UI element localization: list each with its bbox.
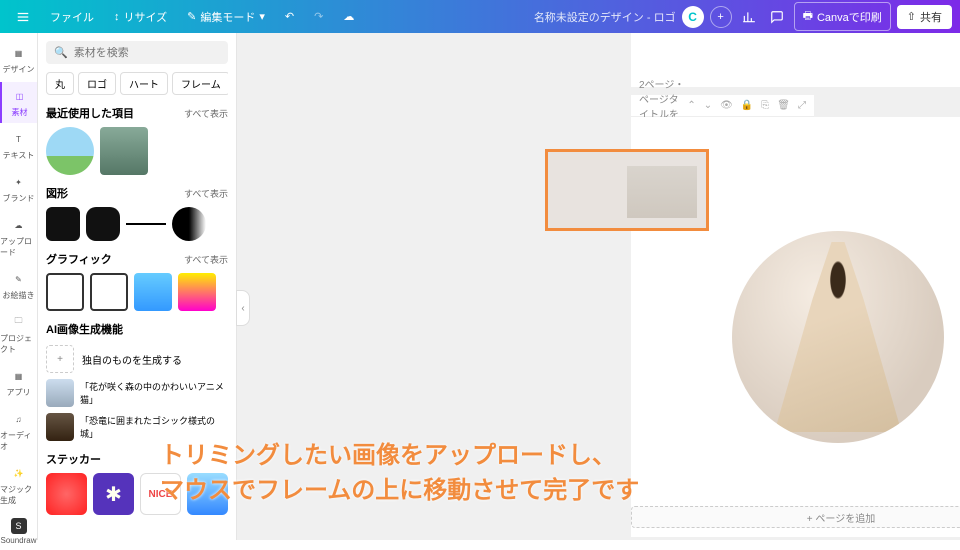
- doc-title[interactable]: 名称未設定のデザイン - ロゴ: [534, 9, 676, 25]
- pill[interactable]: 丸: [46, 72, 74, 95]
- section-title: 図形: [46, 185, 68, 201]
- see-all[interactable]: すべて表示: [184, 253, 228, 266]
- rail-apps[interactable]: ▦アプリ: [0, 362, 37, 403]
- share-button[interactable]: ⇧ 共有: [897, 5, 952, 29]
- visibility-icon[interactable]: 👁: [720, 100, 733, 111]
- ai-generate-button[interactable]: +: [46, 345, 74, 373]
- print-label: Canvaで印刷: [817, 9, 882, 25]
- rail-projects[interactable]: 🗀プロジェクト: [0, 308, 37, 360]
- circle-frame[interactable]: [732, 231, 944, 443]
- redo-button[interactable]: ↷: [306, 6, 331, 27]
- rail-label: 素材: [12, 107, 28, 118]
- edit-mode-label: 編集モード: [200, 9, 255, 25]
- undo-button[interactable]: ↶: [277, 6, 302, 27]
- comment-icon[interactable]: [766, 6, 788, 28]
- page-down-icon[interactable]: ⌄: [704, 100, 712, 111]
- pill[interactable]: フレーム: [172, 72, 228, 95]
- rail-label: お絵描き: [3, 290, 35, 301]
- ai-generate-label: 独自のものを生成する: [82, 352, 182, 367]
- section-title: 最近使用した項目: [46, 105, 134, 121]
- rail-label: ブランド: [3, 193, 35, 204]
- cloud-sync-icon[interactable]: ☁: [335, 6, 362, 27]
- rail-label: テキスト: [3, 150, 35, 161]
- avatar[interactable]: C: [682, 6, 704, 28]
- print-button[interactable]: 🖶 Canvaで印刷: [794, 2, 891, 31]
- nav-rail: ▦デザイン ◫素材 Tテキスト ✦ブランド ☁アップロード ✎お絵描き 🗀プロジ…: [0, 33, 38, 540]
- rail-magic[interactable]: ✨マジック生成: [0, 459, 37, 511]
- ai-prompt[interactable]: 「花が咲く森の中のかわいいアニメ猫」: [80, 380, 228, 406]
- delete-icon[interactable]: 🗑: [777, 100, 790, 111]
- recent-thumb[interactable]: [100, 127, 148, 175]
- image-content: [774, 242, 901, 433]
- shape-square[interactable]: [46, 207, 80, 241]
- graphic-thumb[interactable]: [90, 273, 128, 311]
- shape-rounded[interactable]: [86, 207, 120, 241]
- sticker[interactable]: ✱: [93, 473, 134, 515]
- rail-soundraw[interactable]: SSoundraw: [0, 513, 37, 550]
- lock-icon[interactable]: 🔒: [741, 100, 753, 111]
- ai-thumb[interactable]: [46, 379, 74, 407]
- shape-line[interactable]: [126, 223, 166, 225]
- dragged-image-content: [627, 166, 697, 218]
- resize-label: リサイズ: [124, 9, 168, 25]
- top-bar: ファイル ↕ リサイズ ✎ 編集モード ▾ ↶ ↷ ☁ 名称未設定のデザイン -…: [0, 0, 960, 33]
- analytics-icon[interactable]: [738, 6, 760, 28]
- search-input[interactable]: [74, 47, 220, 59]
- recent-thumb[interactable]: [46, 127, 94, 175]
- see-all[interactable]: すべて表示: [184, 187, 228, 200]
- ai-thumb[interactable]: [46, 413, 74, 441]
- graphic-thumb[interactable]: [178, 273, 216, 311]
- resize-menu[interactable]: ↕ リサイズ: [106, 5, 175, 29]
- rail-brand[interactable]: ✦ブランド: [0, 168, 37, 209]
- see-all[interactable]: すべて表示: [184, 107, 228, 120]
- rail-draw[interactable]: ✎お絵描き: [0, 265, 37, 306]
- graphic-thumb[interactable]: [46, 273, 84, 311]
- file-menu[interactable]: ファイル: [42, 5, 102, 29]
- section-title: ステッカー: [46, 451, 101, 467]
- rail-design[interactable]: ▦デザイン: [0, 39, 37, 80]
- rail-label: プロジェクト: [0, 333, 37, 355]
- rail-elements[interactable]: ◫素材: [0, 82, 37, 123]
- expand-icon[interactable]: ⤢: [798, 100, 806, 111]
- search-box[interactable]: 🔍: [46, 41, 228, 64]
- dragged-image[interactable]: [545, 149, 709, 231]
- instruction-text-1: トリミングしたい画像をアップロードし、: [160, 435, 616, 470]
- rail-label: Soundraw: [0, 536, 36, 545]
- rail-label: アプリ: [7, 387, 31, 398]
- rail-label: デザイン: [3, 64, 35, 75]
- add-page-button[interactable]: + ページを追加: [631, 506, 960, 528]
- graphic-thumb[interactable]: [134, 273, 172, 311]
- pill-row: 丸 ロゴ ハート フレーム 線 ›: [46, 72, 228, 95]
- search-icon: 🔍: [54, 46, 68, 59]
- pill[interactable]: ハート: [120, 72, 168, 95]
- rail-text[interactable]: Tテキスト: [0, 125, 37, 166]
- duplicate-icon[interactable]: ⎘: [761, 100, 769, 111]
- section-title: AI画像生成機能: [46, 321, 123, 337]
- rail-label: オーディオ: [0, 430, 37, 452]
- rail-upload[interactable]: ☁アップロード: [0, 211, 37, 263]
- shape-circle-grad[interactable]: [172, 207, 206, 241]
- add-member-button[interactable]: +: [710, 6, 732, 28]
- sticker[interactable]: [46, 473, 87, 515]
- pill[interactable]: ロゴ: [78, 72, 116, 95]
- share-label: 共有: [920, 9, 942, 25]
- rail-label: マジック生成: [0, 484, 37, 506]
- rail-label: アップロード: [0, 236, 37, 258]
- page-header: 2ページ・ページタイトルを追加 ⌃ ⌄ 👁 🔒 ⎘ 🗑 ⤢: [631, 95, 814, 117]
- page-up-icon[interactable]: ⌃: [687, 100, 695, 111]
- rail-audio[interactable]: ♫オーディオ: [0, 405, 37, 457]
- edit-mode-menu[interactable]: ✎ 編集モード ▾: [179, 5, 273, 29]
- section-title: グラフィック: [46, 251, 112, 267]
- menu-button[interactable]: [8, 6, 38, 28]
- collapse-sidebar-button[interactable]: ‹: [236, 290, 250, 326]
- instruction-text-2: マウスでフレームの上に移動させて完了です: [160, 470, 639, 505]
